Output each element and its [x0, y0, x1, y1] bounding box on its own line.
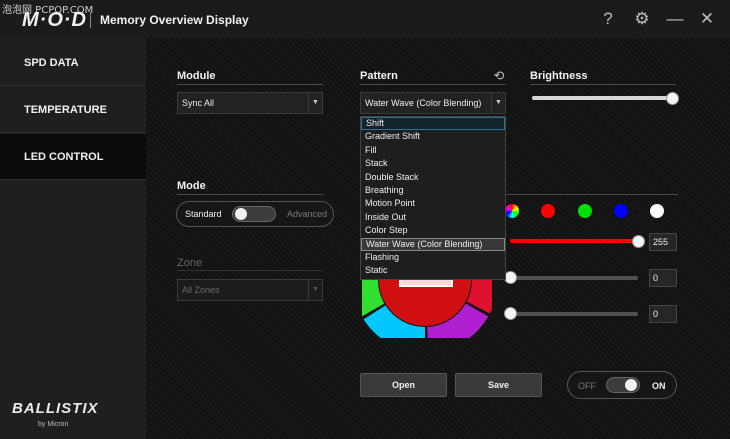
sidebar: SPD DATA TEMPERATURE LED CONTROL — [0, 38, 146, 439]
color-swatch-red[interactable] — [541, 204, 555, 218]
pattern-option[interactable]: Shift — [361, 117, 505, 131]
sidebar-item-led-control[interactable]: LED CONTROL — [0, 134, 146, 180]
brand-subtitle: by Micron — [38, 421, 69, 428]
pattern-option[interactable]: Inside Out — [361, 211, 505, 224]
mode-switch-knob — [235, 208, 247, 220]
pattern-option[interactable]: Double Stack — [361, 171, 505, 184]
color-swatch-white[interactable] — [650, 204, 664, 218]
help-icon[interactable]: ? — [598, 9, 618, 29]
pattern-label: Pattern — [360, 70, 398, 82]
minimize-icon[interactable]: — — [665, 9, 685, 29]
power-toggle[interactable]: OFF ON — [567, 371, 677, 399]
pattern-select[interactable]: Water Wave (Color Blending) ▼ — [360, 92, 506, 114]
chevron-down-icon: ▼ — [491, 93, 505, 113]
title-divider — [90, 12, 91, 28]
brightness-divider — [530, 84, 676, 85]
module-select[interactable]: Sync All ▼ — [177, 92, 323, 114]
settings-icon[interactable]: ⚙ — [632, 9, 652, 29]
pattern-option[interactable]: Motion Point — [361, 197, 505, 210]
pattern-option[interactable]: Breathing — [361, 184, 505, 197]
chevron-down-icon: ▼ — [308, 93, 322, 113]
pattern-select-value: Water Wave (Color Blending) — [365, 98, 482, 108]
red-slider-thumb[interactable] — [632, 235, 645, 248]
color-swatch-blue[interactable] — [614, 204, 628, 218]
brightness-slider[interactable] — [532, 96, 672, 100]
chevron-down-icon: ▼ — [308, 280, 322, 300]
mode-label: Mode — [177, 180, 206, 192]
module-select-value: Sync All — [182, 98, 215, 108]
save-button[interactable]: Save — [455, 373, 542, 397]
pattern-dropdown-list: Shift Gradient Shift Fill Stack Double Stack… — [360, 116, 506, 280]
sidebar-item-spd-data[interactable]: SPD DATA — [0, 40, 146, 86]
open-button[interactable]: Open — [360, 373, 447, 397]
title-bar: 泡泡网 PCPOP.COM M·O·D Memory Overview Disp… — [0, 0, 730, 38]
red-value[interactable]: 255 — [649, 233, 677, 251]
pattern-divider — [360, 84, 506, 85]
mode-divider — [177, 194, 323, 195]
history-icon[interactable]: ⟲ — [489, 66, 509, 86]
zone-divider — [177, 270, 323, 271]
module-divider — [177, 84, 323, 85]
blue-value[interactable]: 0 — [649, 305, 677, 323]
brand-logo: BALLISTIX — [12, 400, 99, 417]
color-swatch-green[interactable] — [578, 204, 592, 218]
green-value[interactable]: 0 — [649, 269, 677, 287]
power-switch[interactable] — [606, 377, 640, 393]
app-title: Memory Overview Display — [100, 13, 249, 27]
sidebar-item-temperature[interactable]: TEMPERATURE — [0, 87, 146, 133]
brightness-label: Brightness — [530, 70, 588, 82]
power-on-label: ON — [652, 381, 666, 391]
pattern-option[interactable]: Static — [361, 264, 505, 277]
green-slider[interactable] — [510, 276, 638, 280]
mode-standard-label: Standard — [185, 209, 222, 219]
zone-select: All Zones ▼ — [177, 279, 323, 301]
zone-label: Zone — [177, 257, 203, 269]
pattern-option[interactable]: Fill — [361, 144, 505, 157]
pattern-option[interactable]: Water Wave (Color Blending) — [361, 237, 505, 251]
mode-advanced-label: Advanced — [287, 209, 328, 219]
power-off-label: OFF — [578, 381, 596, 391]
brightness-slider-thumb[interactable] — [666, 92, 679, 105]
pattern-option[interactable]: Flashing — [361, 251, 505, 264]
red-slider[interactable] — [510, 239, 638, 243]
power-switch-knob — [625, 379, 637, 391]
module-label: Module — [177, 70, 216, 82]
blue-slider-thumb[interactable] — [504, 307, 517, 320]
blue-slider[interactable] — [510, 312, 638, 316]
mode-toggle[interactable]: Standard Advanced — [176, 201, 334, 227]
pattern-option[interactable]: Gradient Shift — [361, 130, 505, 143]
pattern-option[interactable]: Stack — [361, 157, 505, 170]
red-slider-fill — [510, 239, 638, 243]
rainbow-swatch-icon[interactable] — [505, 204, 519, 218]
mode-switch[interactable] — [232, 206, 276, 222]
pattern-option[interactable]: Color Step — [361, 224, 505, 237]
app-logo: M·O·D — [22, 9, 87, 31]
close-icon[interactable]: ✕ — [697, 9, 717, 29]
zone-select-value: All Zones — [182, 285, 220, 295]
brightness-slider-fill — [532, 96, 672, 100]
